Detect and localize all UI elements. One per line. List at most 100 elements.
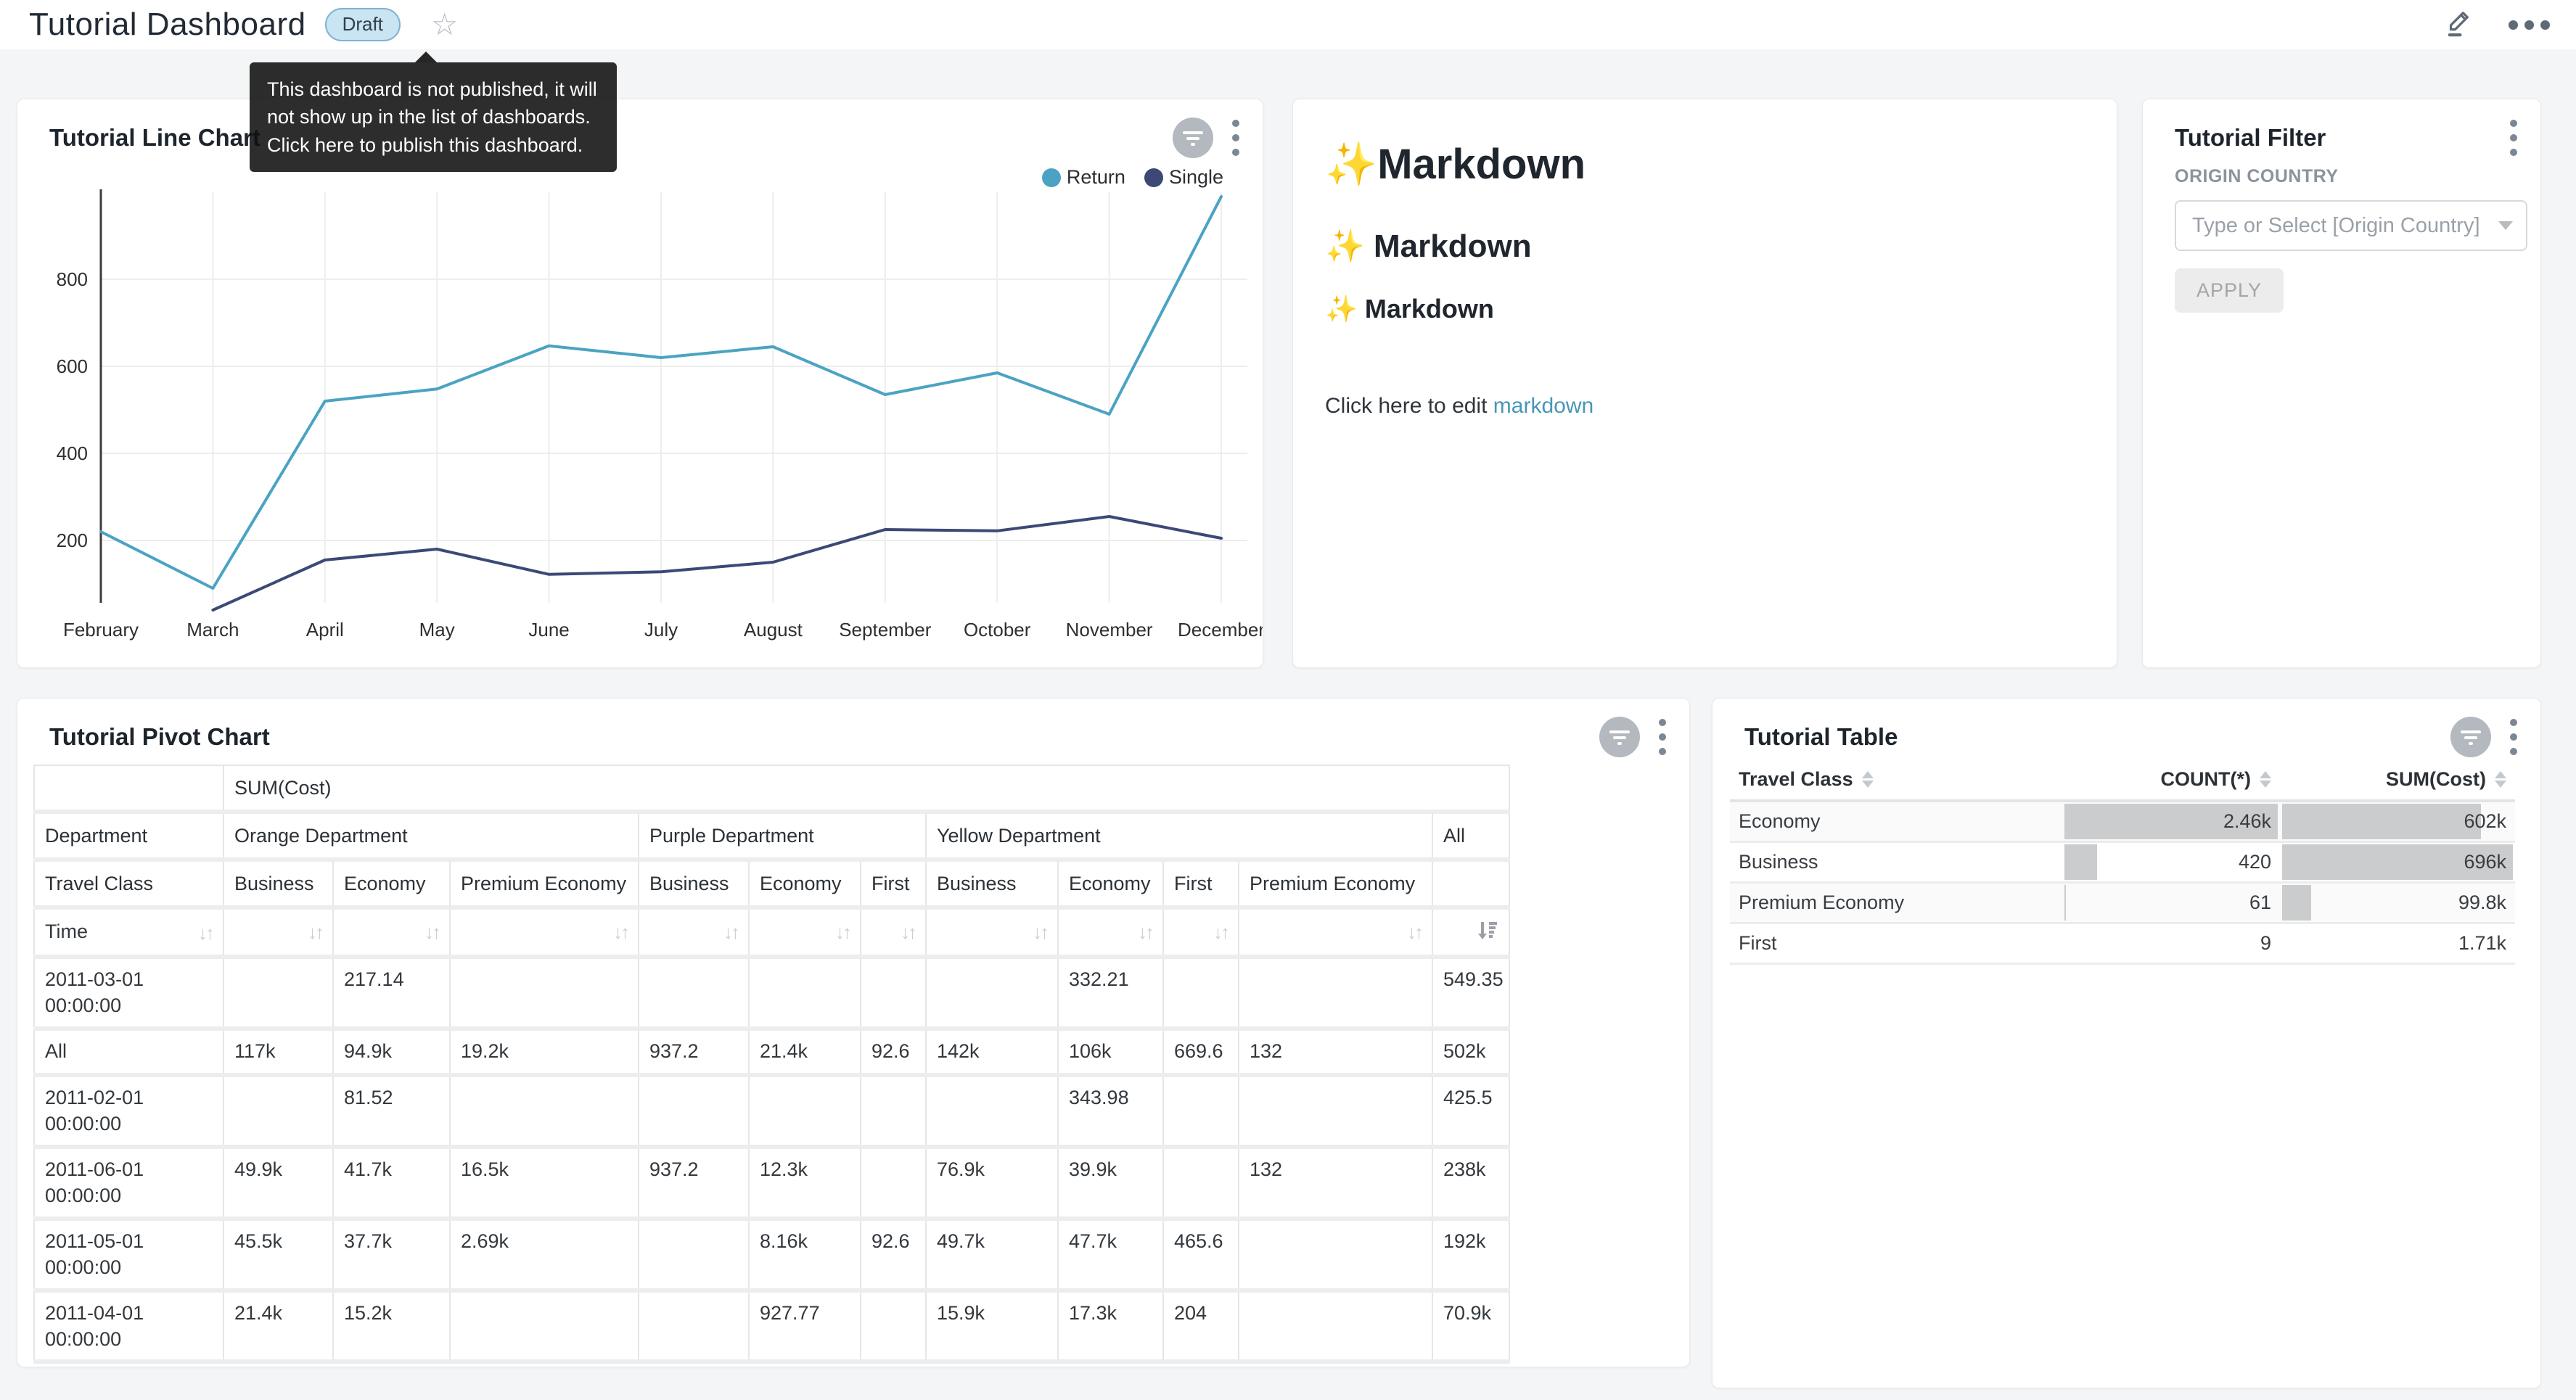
- pivot-sort-cell: ↓↑: [1163, 907, 1239, 957]
- pivot-value-cell: 15.9k: [926, 1290, 1058, 1362]
- pivot-value-cell: [1163, 1075, 1239, 1147]
- sort-icon[interactable]: ↓↑: [1033, 921, 1047, 944]
- pivot-class-label: Travel Class: [34, 860, 223, 907]
- markdown-h1: ✨Markdown: [1325, 140, 2085, 189]
- markdown-edit-link[interactable]: markdown: [1493, 394, 1593, 418]
- pivot-class-cell: Business: [926, 860, 1058, 907]
- pivot-value-cell: 16.5k: [450, 1147, 639, 1219]
- pivot-value-cell: [861, 1290, 926, 1362]
- table-row[interactable]: Economy2.46k602k: [1730, 801, 2515, 842]
- pivot-value-cell: 2.69k: [450, 1219, 639, 1290]
- origin-country-select[interactable]: Type or Select [Origin Country]: [2175, 200, 2527, 251]
- filter-indicator-icon[interactable]: [1599, 717, 1640, 757]
- svg-text:February: February: [63, 619, 139, 641]
- count-cell: 61: [2062, 883, 2280, 923]
- pivot-value-cell: 937.2: [639, 1147, 749, 1219]
- favorite-star-icon[interactable]: ☆: [431, 9, 459, 40]
- sort-icon[interactable]: ↓↑: [835, 921, 850, 944]
- pivot-corner-cell: [34, 765, 223, 812]
- filter-menu-icon[interactable]: [2506, 117, 2522, 159]
- markdown-h2: ✨ Markdown: [1325, 227, 2085, 265]
- table-card-title: Tutorial Table: [1744, 723, 1898, 751]
- table-row[interactable]: First91.71k: [1730, 923, 2515, 964]
- pivot-sort-cell: ↓↑: [749, 907, 861, 957]
- sort-icon[interactable]: ↓↑: [198, 922, 213, 944]
- pivot-value-cell: [639, 957, 749, 1029]
- legend-item-single[interactable]: Single: [1144, 166, 1223, 189]
- pivot-sort-cell: ↓↑: [926, 907, 1058, 957]
- count-cell: 2.46k: [2062, 801, 2280, 842]
- pivot-value-cell: 39.9k: [1058, 1147, 1163, 1219]
- pivot-value-cell: 142k: [926, 1029, 1058, 1075]
- publish-tooltip[interactable]: This dashboard is not published, it will…: [250, 62, 617, 172]
- chart-menu-icon[interactable]: [1228, 117, 1244, 159]
- pivot-row-header: All: [34, 1029, 223, 1075]
- chart-menu-icon[interactable]: [2506, 716, 2522, 758]
- sort-icon[interactable]: [2260, 771, 2271, 788]
- table-row[interactable]: Business420696k: [1730, 842, 2515, 883]
- pivot-value-cell: [639, 1290, 749, 1362]
- filter-card-title: Tutorial Filter: [2175, 124, 2326, 152]
- pivot-time-label-cell: Time↓↑: [34, 907, 223, 957]
- table-row[interactable]: Premium Economy6199.8k: [1730, 883, 2515, 923]
- line-chart-title: Tutorial Line Chart: [49, 124, 261, 152]
- value-bar: [2282, 885, 2311, 921]
- col-header-count[interactable]: COUNT(*): [2062, 759, 2280, 801]
- sort-icon[interactable]: ↓↑: [1138, 921, 1152, 944]
- filter-indicator-icon[interactable]: [2450, 717, 2491, 757]
- count-cell: 420: [2062, 842, 2280, 883]
- pivot-value-cell: [1163, 957, 1239, 1029]
- value-bar: [2064, 844, 2097, 880]
- more-options-icon[interactable]: [2509, 20, 2550, 30]
- pivot-dept-all: All: [1432, 812, 1509, 860]
- sort-icon[interactable]: ↓↑: [723, 921, 738, 944]
- svg-text:400: 400: [57, 442, 88, 464]
- value-bar: [2064, 885, 2066, 921]
- pivot-sort-cell: ↓↑: [450, 907, 639, 957]
- chart-menu-icon[interactable]: [1654, 716, 1670, 758]
- sort-icon[interactable]: ↓↑: [424, 921, 439, 944]
- pivot-value-cell: 76.9k: [926, 1147, 1058, 1219]
- pivot-dept-yellow: Yellow Department: [926, 812, 1432, 860]
- chart-legend: Return Single: [1042, 166, 1223, 189]
- travel-class-cell: Premium Economy: [1730, 883, 2062, 923]
- pivot-class-cell: Economy: [749, 860, 861, 907]
- pivot-class-cell: First: [1163, 860, 1239, 907]
- pivot-sort-cell: ↓↑: [223, 907, 333, 957]
- chevron-down-icon: [2498, 221, 2513, 230]
- pivot-value-cell: [749, 1075, 861, 1147]
- sort-icon[interactable]: [1862, 771, 1874, 788]
- pivot-value-cell: 94.9k: [333, 1029, 450, 1075]
- apply-button[interactable]: APPLY: [2175, 268, 2284, 313]
- pivot-value-cell: [639, 1075, 749, 1147]
- draft-badge[interactable]: Draft: [325, 8, 401, 41]
- pivot-metric-cell: SUM(Cost): [223, 765, 1509, 812]
- pivot-class-cell: Business: [223, 860, 333, 907]
- pivot-class-cell: Premium Economy: [1239, 860, 1432, 907]
- edit-pencil-icon[interactable]: [2443, 7, 2477, 44]
- svg-text:April: April: [306, 619, 344, 641]
- filter-indicator-icon[interactable]: [1173, 118, 1213, 158]
- sort-icon[interactable]: ↓↑: [901, 921, 915, 944]
- col-header-travel-class[interactable]: Travel Class: [1730, 759, 2062, 801]
- pivot-data-row: 2011-02-01 00:00:0081.52343.98425.5: [34, 1075, 1509, 1147]
- sort-icon[interactable]: ↓↑: [1213, 921, 1228, 944]
- svg-text:600: 600: [57, 355, 88, 377]
- pivot-time-row: Time↓↑ ↓↑ ↓↑ ↓↑ ↓↑ ↓↑ ↓↑ ↓↑ ↓↑ ↓↑ ↓↑: [34, 907, 1509, 957]
- pivot-value-cell: 204: [1163, 1290, 1239, 1362]
- sort-icon[interactable]: ↓↑: [613, 921, 628, 944]
- sort-desc-icon[interactable]: [1477, 919, 1498, 946]
- sort-icon[interactable]: ↓↑: [1407, 921, 1422, 944]
- sum-cell: 696k: [2280, 842, 2515, 883]
- pivot-value-cell: [926, 1075, 1058, 1147]
- pivot-value-cell: 132: [1239, 1029, 1432, 1075]
- pivot-value-cell: 21.4k: [223, 1290, 333, 1362]
- col-header-sum-cost[interactable]: SUM(Cost): [2280, 759, 2515, 801]
- sort-icon[interactable]: [2495, 771, 2506, 788]
- pivot-table: SUM(Cost) Department Orange Department P…: [33, 765, 1510, 1364]
- sum-cell: 1.71k: [2280, 923, 2515, 964]
- select-placeholder: Type or Select [Origin Country]: [2192, 214, 2493, 238]
- sort-icon[interactable]: ↓↑: [308, 921, 322, 944]
- legend-item-return[interactable]: Return: [1042, 166, 1125, 189]
- svg-text:November: November: [1066, 619, 1153, 641]
